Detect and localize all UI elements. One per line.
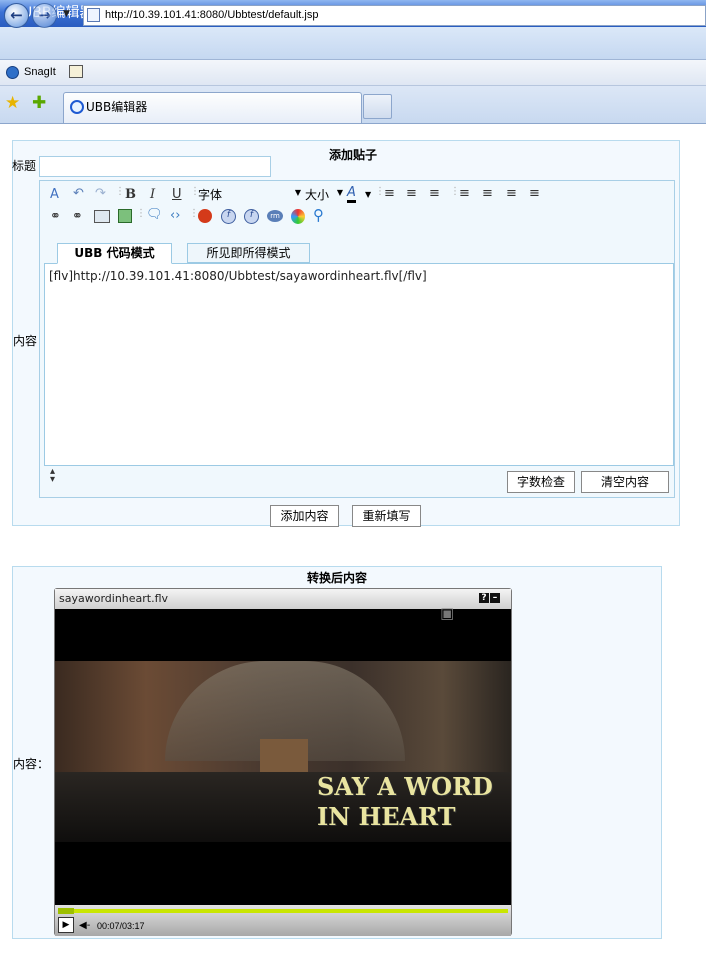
align-center-icon[interactable]: ≡ [406,186,417,201]
tab-ubb-editor[interactable]: UBB编辑器 [63,92,362,123]
search-icon[interactable]: ⚲ [313,206,324,224]
converted-content-label: 内容： [13,757,50,771]
player-header-buttons: ? – [478,593,500,603]
reset-button[interactable]: 重新填写 [352,505,421,527]
size-select[interactable]: 大小 ▼ [305,186,343,203]
forward-button[interactable]: → [32,3,57,28]
remove-format-icon[interactable]: A [50,187,59,202]
page-icon [87,8,100,22]
font-color-icon[interactable]: A [347,185,356,203]
redo-icon[interactable]: ↷ [95,186,106,201]
word-count-button[interactable]: 字数检查 [507,471,575,493]
progress-fill [58,908,75,914]
add-content-button[interactable]: 添加内容 [270,505,339,527]
unlink-icon[interactable]: ⚭ [72,209,83,224]
help-icon[interactable]: ? [479,593,489,603]
title-input[interactable] [39,156,271,177]
size-select-value: 大小 [305,188,330,202]
outdent-icon[interactable]: ≡ [506,186,517,201]
font-select[interactable]: 字体 ▼ [198,186,301,203]
time-display: 00:07/03:17 [97,921,145,931]
ie-logo-icon [70,100,84,114]
volume-icon[interactable]: ◀- [79,920,90,931]
tab-label: UBB编辑器 [86,100,148,114]
snagit-button-label[interactable]: SnagIt [24,66,56,78]
links-toolbar [0,60,706,86]
chevron-down-icon[interactable]: ▼ [63,9,70,19]
insert-media-icon[interactable] [118,209,132,223]
font-select-value: 字体 [198,188,223,202]
flv-icon[interactable]: f [244,209,259,224]
image-icon[interactable] [94,210,110,223]
underline-icon[interactable]: U [172,187,182,202]
video-caption: SAY A WORD IN HEART [317,772,493,831]
play-button[interactable]: ▶ [58,917,74,933]
realmedia-icon[interactable]: rm [267,210,283,222]
media-player-icon[interactable] [291,209,305,224]
channel-watermark-icon: ▣ [440,604,455,622]
new-tab-button[interactable] [363,94,392,119]
ordered-list-icon[interactable]: ≡ [459,186,470,201]
code-icon[interactable]: ‹› [170,208,180,223]
bold-icon[interactable]: B [125,187,136,202]
tab-wysiwyg-mode[interactable]: 所见即所得模式 [187,243,310,263]
quote-icon[interactable]: 🗨 [146,207,163,222]
favorites-star-icon[interactable]: ★ [5,93,20,113]
content-label: 内容 [13,334,38,348]
snagit-icon[interactable] [6,66,19,79]
address-bar [0,27,706,60]
align-right-icon[interactable]: ≡ [429,186,440,201]
chevron-down-icon: ▼ [336,188,343,197]
back-button[interactable]: ← [4,3,29,28]
italic-icon[interactable]: I [150,187,155,202]
clear-content-button[interactable]: 清空内容 [581,471,669,493]
url-input[interactable]: http://10.39.101.41:8080/Ubbtest/default… [83,5,706,26]
chevron-down-icon: ▼ [294,188,301,197]
progress-bar[interactable] [58,909,508,913]
toolbar-separator: ⋮ [115,186,125,197]
tab-ubb-code-mode[interactable]: UBB 代码模式 [57,243,172,264]
snagit-capture-icon[interactable] [69,65,83,78]
resize-editor-icon[interactable]: ▴ ▾ [50,467,55,485]
url-text: http://10.39.101.41:8080/Ubbtest/default… [105,9,319,21]
toolbar-separator: ⋮ [136,208,146,219]
align-left-icon[interactable]: ≡ [384,186,395,201]
content-textarea[interactable]: [flv]http://10.39.101.41:8080/Ubbtest/sa… [44,263,674,466]
minimize-icon[interactable]: – [490,593,500,603]
title-label: 标题 [12,159,37,173]
unordered-list-icon[interactable]: ≡ [482,186,493,201]
undo-icon[interactable]: ↶ [73,186,84,201]
add-favorites-icon[interactable]: ✚ [32,93,46,113]
chevron-down-icon[interactable]: ▼ [365,190,371,199]
qq-icon[interactable] [198,209,212,223]
converted-heading: 转换后内容 [306,571,367,585]
flash-icon[interactable]: f [221,209,236,224]
indent-icon[interactable]: ≡ [529,186,540,201]
link-icon[interactable]: ⚭ [50,209,61,224]
